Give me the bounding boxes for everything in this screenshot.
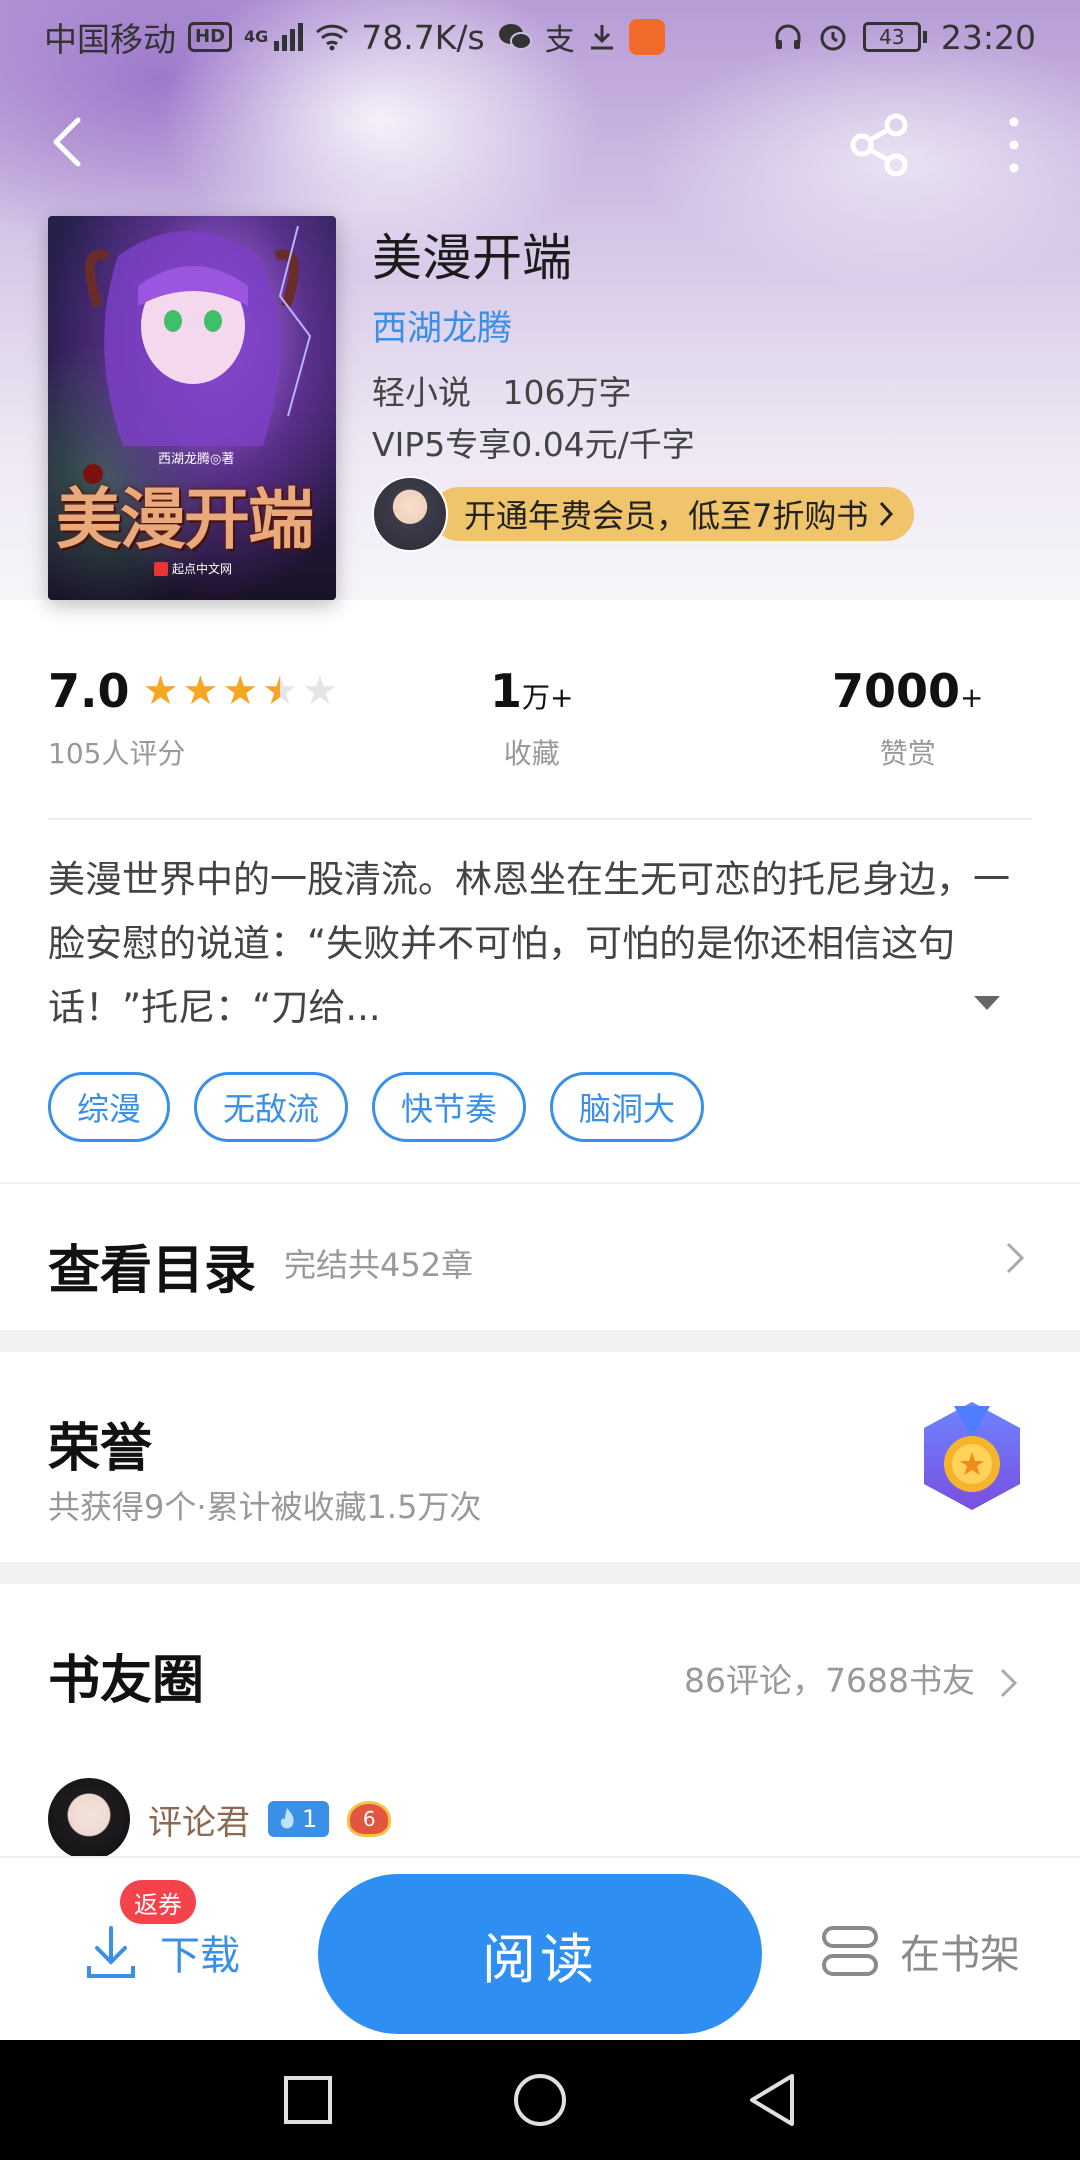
book-stats: 7.0 ★ ★ ★ ★ ★ 105人评分 1万+ 收藏 7000+ 赞赏 xyxy=(0,664,1080,784)
star-icon: ★ xyxy=(222,668,259,714)
bookshelf-button[interactable]: 在书架 xyxy=(820,1922,1020,1980)
hd-icon: HD xyxy=(188,22,233,52)
tag-item[interactable]: 快节奏 xyxy=(372,1072,527,1142)
tips-stat: 7000+ 赞赏 xyxy=(832,664,984,772)
cover-title-art: 美漫开端 xyxy=(56,480,314,558)
honor-section[interactable]: 荣誉 共获得9个·累计被收藏1.5万次 xyxy=(0,1352,1080,1562)
toc-title: 查看目录 xyxy=(48,1240,257,1301)
chevron-right-icon xyxy=(1001,1668,1018,1697)
divider xyxy=(48,818,1032,820)
wechat-icon xyxy=(498,24,532,50)
rating-count: 105人评分 xyxy=(48,737,186,770)
tips-label: 赞赏 xyxy=(879,737,936,770)
cover-publisher: 起点中文网 xyxy=(154,560,232,577)
bottom-action-bar: 下载 返券 阅读 在书架 xyxy=(0,1856,1080,2040)
wifi-icon xyxy=(316,24,349,51)
cover-author: 西湖龙腾◎著 xyxy=(158,452,235,467)
expand-triangle-icon[interactable] xyxy=(972,994,1002,1014)
top-nav xyxy=(0,104,1080,184)
book-synopsis[interactable]: 美漫世界中的一股清流。林恩坐在生无可恋的托尼身边，一脸安慰的说道：“失败并不可怕… xyxy=(48,848,1032,1040)
carrier-label: 中国移动 xyxy=(44,20,176,59)
book-detail-page: 中国移动 HD 4G 78.7K/s 支 43 23:20 西湖龙腾◎著 美漫开… xyxy=(0,0,1080,2160)
avatar xyxy=(48,1778,130,1860)
battery-icon: 43 xyxy=(862,22,927,52)
comment-author[interactable]: 评论君 1 6 xyxy=(48,1778,392,1860)
download-icon xyxy=(87,1926,135,1978)
bookshelf-icon xyxy=(822,1926,878,1976)
signal-icon xyxy=(274,23,304,51)
clock: 23:20 xyxy=(940,17,1036,57)
tips-unit: + xyxy=(960,681,984,714)
honor-title: 荣誉 xyxy=(48,1418,153,1479)
user-level-badge: 6 xyxy=(347,1801,392,1837)
fan-level-value: 1 xyxy=(302,1805,318,1833)
status-bar: 中国移动 HD 4G 78.7K/s 支 43 23:20 xyxy=(0,0,1080,74)
book-circle-section: 书友圈 86评论，7688书友 评论君 1 6 xyxy=(0,1584,1080,1874)
book-category-wordcount: 轻小说 106万字 xyxy=(372,373,632,412)
chevron-right-icon xyxy=(1006,1242,1025,1274)
uc-browser-icon xyxy=(628,19,665,55)
download-button[interactable]: 下载 xyxy=(84,1922,240,1982)
battery-level: 43 xyxy=(862,22,921,52)
section-separator xyxy=(0,1562,1080,1584)
star-empty-icon: ★ xyxy=(302,668,338,714)
fan-level-badge: 1 xyxy=(268,1801,330,1837)
tag-item[interactable]: 脑洞大 xyxy=(550,1072,705,1142)
star-icon: ★ xyxy=(182,668,219,714)
network-speed: 78.7K/s xyxy=(361,17,485,57)
fire-icon xyxy=(280,1808,294,1829)
book-circle-link[interactable]: 86评论，7688书友 xyxy=(684,1654,1019,1702)
tips-number: 7000 xyxy=(832,664,961,718)
headphones-icon xyxy=(775,24,801,49)
more-options-icon[interactable] xyxy=(994,110,1034,180)
vip-avatar xyxy=(372,476,448,552)
honor-subtitle: 共获得9个·累计被收藏1.5万次 xyxy=(48,1488,482,1526)
favorites-number: 1 xyxy=(490,664,523,718)
star-half-icon: ★ xyxy=(262,668,299,714)
back-button[interactable] xyxy=(40,112,100,172)
favorites-label: 收藏 xyxy=(503,737,560,770)
rating-stars: ★ ★ ★ ★ ★ xyxy=(143,671,338,711)
rating-value: 7.0 xyxy=(48,664,130,718)
table-of-contents-row[interactable]: 查看目录 完结共452章 xyxy=(0,1182,1080,1330)
toc-subtitle: 完结共452章 xyxy=(284,1246,474,1284)
home-button[interactable] xyxy=(508,2068,572,2132)
book-title: 美漫开端 xyxy=(372,229,572,287)
commenter-name: 评论君 xyxy=(148,1802,250,1843)
star-icon: ★ xyxy=(142,668,179,714)
favorites-unit: 万+ xyxy=(522,681,574,714)
favorites-stat: 1万+ 收藏 xyxy=(490,664,573,772)
recents-button[interactable] xyxy=(276,2068,340,2132)
rating-block[interactable]: 7.0 ★ ★ ★ ★ ★ 105人评分 xyxy=(48,664,338,772)
tag-list: 综漫 无敌流 快节奏 脑洞大 xyxy=(48,1072,705,1142)
vip-promo-text: 开通年费会员，低至7折购书 xyxy=(464,497,869,535)
read-button[interactable]: 阅读 xyxy=(318,1874,762,2034)
chevron-right-icon xyxy=(880,501,894,527)
coupon-badge: 返券 xyxy=(120,1880,196,1924)
section-separator xyxy=(0,1330,1080,1352)
book-author-link[interactable]: 西湖龙腾 xyxy=(372,300,512,351)
download-status-icon xyxy=(590,25,613,50)
tag-item[interactable]: 无敌流 xyxy=(194,1072,349,1142)
book-circle-summary: 86评论，7688书友 xyxy=(684,1661,975,1700)
share-icon[interactable] xyxy=(846,110,916,180)
download-label: 下载 xyxy=(160,1933,240,1979)
vip-promo-bar: 开通年费会员，低至7折购书 xyxy=(432,487,915,541)
alarm-icon xyxy=(820,25,846,51)
bookshelf-label: 在书架 xyxy=(900,1932,1020,1978)
tag-item[interactable]: 综漫 xyxy=(48,1072,171,1142)
book-circle-title: 书友圈 xyxy=(48,1650,205,1711)
medal-icon xyxy=(924,1402,1020,1510)
back-nav-button[interactable] xyxy=(740,2068,804,2132)
network-type: 4G xyxy=(244,27,269,46)
book-price: VIP5专享0.04元/千字 xyxy=(372,425,695,464)
alipay-icon: 支 xyxy=(544,23,575,58)
system-nav-bar xyxy=(0,2040,1080,2160)
vip-promo-banner[interactable]: 开通年费会员，低至7折购书 xyxy=(372,476,915,552)
book-cover[interactable]: 西湖龙腾◎著 美漫开端 起点中文网 xyxy=(48,216,336,600)
